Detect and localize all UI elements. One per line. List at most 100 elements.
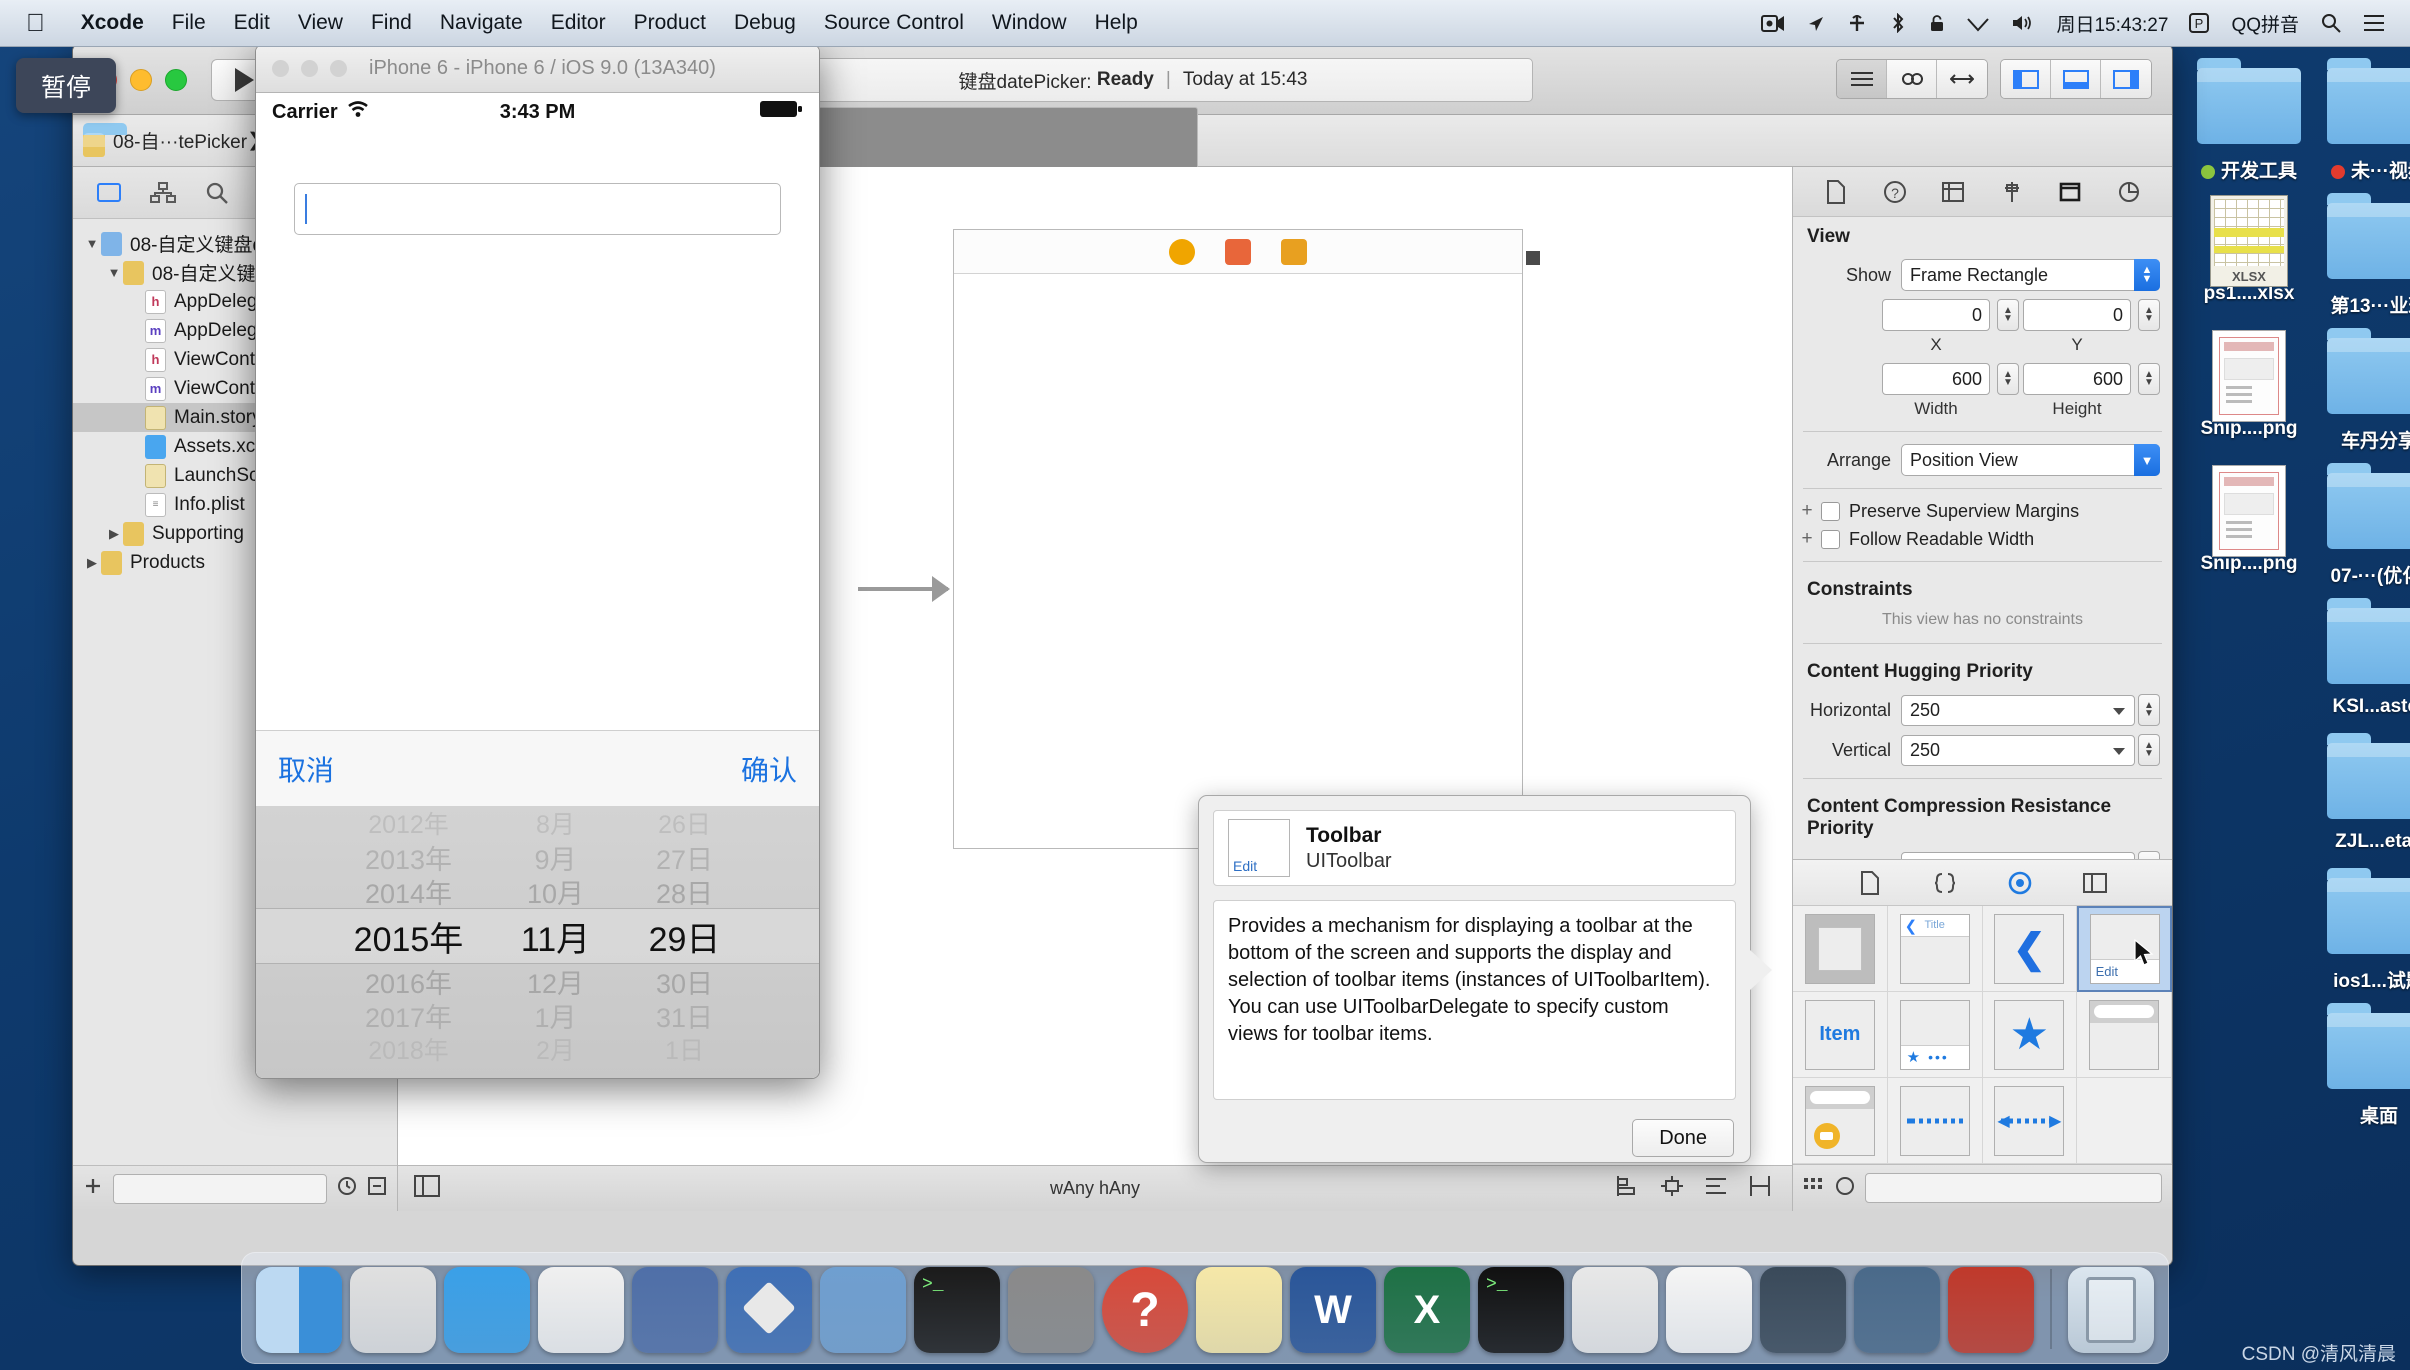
control-center-icon[interactable] [2352,14,2396,32]
exit-icon[interactable] [1281,238,1307,265]
object-library-grid[interactable]: ❮ Title ❮ Edit Item ★ ••• ★ ◀ ▶ [1793,906,2172,1164]
close-button[interactable] [272,60,289,77]
menu-item-navigate[interactable]: Navigate [426,11,537,35]
location-icon[interactable] [1796,14,1836,33]
picker-row[interactable]: 2015年 11月 29日 [256,908,819,964]
desktop-icon[interactable]: 开发工具 [2185,58,2313,183]
library-item-view-object[interactable] [1793,906,1888,992]
menu-item-help[interactable]: Help [1081,11,1152,35]
clock-icon[interactable] [337,1176,357,1201]
view-controller-icon[interactable] [1169,238,1195,265]
arrange-popup[interactable]: Position View ▼ [1901,444,2160,476]
dock-item-display-app[interactable] [1760,1267,1846,1353]
dock-item-safari[interactable] [444,1267,530,1353]
library-search-field[interactable] [1865,1173,2162,1203]
plus-icon[interactable]: + [1793,500,1821,522]
dock-item-launchpad[interactable] [350,1267,436,1353]
airplay-icon[interactable] [1836,14,1878,33]
x-stepper[interactable]: ▲ ▼ [1997,299,2019,331]
minimize-button[interactable] [301,60,318,77]
width-field[interactable]: 600 [1882,363,1990,395]
disclosure-triangle[interactable]: ▶ [83,555,101,571]
dock-item-mouse-app[interactable] [538,1267,624,1353]
navigator-toggle-button[interactable] [2001,60,2051,98]
y-stepper[interactable]: ▲ ▼ [2138,299,2160,331]
standard-editor-button[interactable] [1837,60,1887,98]
compression-h-field[interactable]: 750 [1901,851,2135,859]
library-item-flexible-space-object[interactable]: ◀ ▶ [1982,1078,2078,1164]
desktop-icon[interactable]: KSI...aster [2315,598,2410,718]
library-item-search-bar-object[interactable] [2077,992,2172,1078]
preserve-margins-checkbox[interactable] [1821,501,1840,521]
grid-icon[interactable] [1803,1176,1825,1201]
dock-item-screenshot-app[interactable] [1854,1267,1940,1353]
wifi-icon[interactable] [1956,15,2000,32]
library-item-toolbar-object[interactable]: Edit [2077,906,2172,992]
desktop-icon[interactable]: 第13···业班 [2315,193,2410,318]
chevron-down-icon[interactable]: ▼ [2134,444,2160,476]
symbol-navigator-tab[interactable] [149,180,177,206]
quick-help-tab[interactable]: ? [1882,180,1908,204]
desktop-icon[interactable]: 07-···(优化) [2315,463,2410,588]
text-field[interactable] [294,183,781,235]
volume-icon[interactable] [2000,14,2046,32]
dock-item-notes[interactable] [1196,1267,1282,1353]
picker-row[interactable]: 2017年 1月 31日 [256,998,819,1033]
cancel-button[interactable]: 取消 [278,749,334,789]
version-editor-button[interactable] [1937,60,1987,98]
desktop-icon[interactable]: 未···视频 [2315,58,2410,183]
picker-row[interactable]: 2014年 10月 28日 [256,874,819,909]
picker-row[interactable]: 2018年 2月 1日 [256,1032,819,1066]
menu-item-window[interactable]: Window [978,11,1081,35]
connections-inspector-tab[interactable] [2116,180,2142,204]
dock-item-excel[interactable]: X [1384,1267,1470,1353]
object-library-tab[interactable] [2007,871,2033,895]
filter-icon[interactable] [1835,1176,1855,1201]
menu-item-edit[interactable]: Edit [220,11,284,35]
done-button[interactable]: Done [1632,1119,1734,1157]
x-field[interactable]: 0 [1882,299,1990,331]
picker-row[interactable]: 2013年 9月 27日 [256,840,819,875]
show-popup[interactable]: Frame Rectangle ▲ ▼ [1901,259,2160,291]
selection-handle[interactable] [1526,251,1540,265]
screen-record-icon[interactable] [1750,14,1796,33]
dock-item-trash[interactable] [2068,1267,2154,1353]
file-template-library-tab[interactable] [1857,870,1883,895]
dock-item-keynote-doc[interactable] [1572,1267,1658,1353]
disclosure-triangle[interactable]: ▼ [83,236,101,251]
modified-icon[interactable] [367,1176,387,1201]
code-snippet-library-tab[interactable] [1932,871,1958,895]
desktop-icon[interactable]: Snip....png [2185,330,2313,440]
readable-width-checkbox[interactable] [1821,529,1840,549]
search-navigator-tab[interactable] [203,180,231,206]
menubar-clock[interactable]: 周日15:43:27 [2046,10,2178,37]
menu-item-view[interactable]: View [284,11,357,35]
search-icon[interactable] [2310,13,2352,33]
height-field[interactable]: 600 [2023,363,2131,395]
library-item-fixed-star-object[interactable]: ★ [1982,992,2078,1078]
input-badge-icon[interactable]: P [2178,13,2220,33]
compression-h-stepper[interactable]: ▲▼ [2138,851,2160,859]
desktop-icon[interactable]: 桌面 [2315,1003,2410,1128]
chevron-updown-icon[interactable]: ▲ ▼ [2134,259,2160,291]
utilities-toggle-button[interactable] [2101,60,2151,98]
breadcrumb-item-0[interactable]: 08-自···tePicker [83,122,247,157]
dock-item-terminal[interactable]: >_ [914,1267,1000,1353]
library-item-navigation-bar-object[interactable]: ❮ Title [1887,906,1983,992]
width-stepper[interactable]: ▲ ▼ [1997,363,2019,395]
desktop-icon[interactable]: ZJL...etail [2315,733,2410,853]
size-class-label[interactable]: wAny hAny [398,1178,1792,1199]
zoom-button[interactable] [165,68,187,91]
zoom-button[interactable] [330,60,347,77]
picker-row[interactable]: 2012年 8月 26日 [256,806,819,840]
disclosure-triangle[interactable]: ▶ [105,526,123,542]
menu-item-file[interactable]: File [158,11,220,35]
menu-item-debug[interactable]: Debug [720,11,810,35]
menu-item-source-control[interactable]: Source Control [810,11,978,35]
apple-logo-icon[interactable]:  [26,10,45,36]
view-controller-scene[interactable] [953,229,1523,849]
menu-item-product[interactable]: Product [620,11,720,35]
library-item-fixed-space-object[interactable] [1887,1078,1983,1164]
confirm-button[interactable]: 确认 [741,749,797,789]
date-picker[interactable]: 2012年 8月 26日 2013年 9月 27日 2014年 10月 28日 2015年 11月 2… [256,806,819,1078]
